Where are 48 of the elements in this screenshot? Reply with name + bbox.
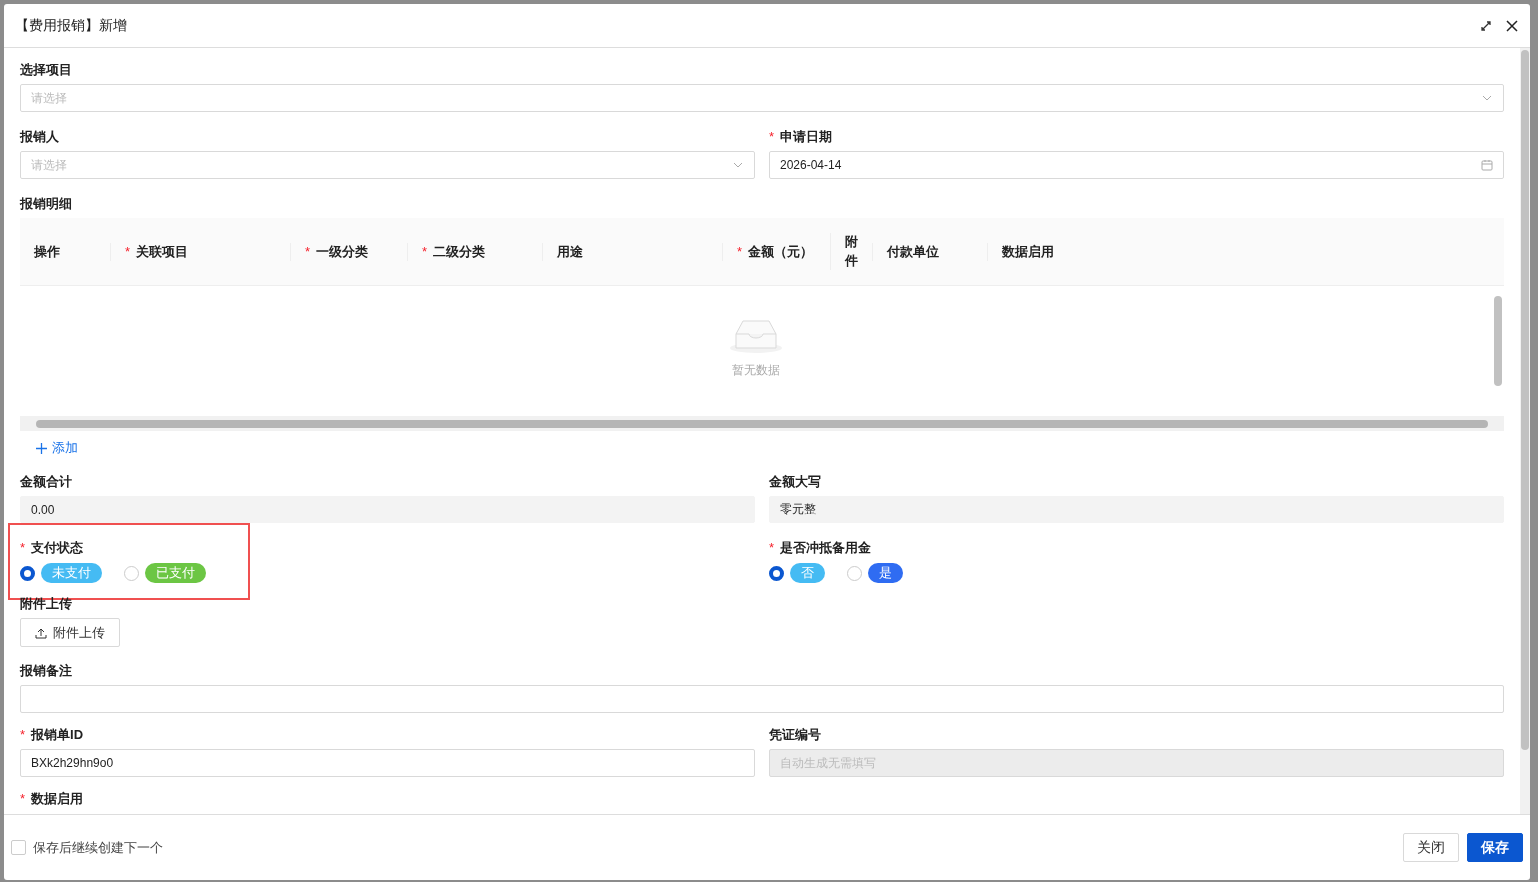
readonly-field: 零元整 [769, 496, 1504, 523]
dialog-title: 【费用报销】新增 [15, 16, 128, 35]
field-label: 凭证编号 [769, 726, 822, 744]
field-label: 附件上传 [20, 595, 73, 613]
field-label: 选择项目 [20, 61, 73, 79]
scrollbar[interactable] [20, 416, 1504, 431]
upload-icon [35, 626, 47, 639]
field-label: 报销人 [20, 128, 60, 146]
radio-button[interactable] [20, 565, 35, 581]
field-label: * 是否冲抵备用金 [769, 539, 873, 557]
field-label: * 申请日期 [769, 128, 834, 146]
status-tag: 否 [790, 563, 825, 583]
column-header: 数据启用 [987, 242, 1102, 261]
column-header: 用途 [542, 242, 722, 261]
status-tag: 已支付 [145, 563, 206, 583]
close-icon[interactable] [1506, 19, 1518, 32]
calendar-icon [1481, 159, 1493, 171]
status-tag: 未支付 [41, 563, 102, 583]
field-label: * 数据启用 [20, 790, 85, 808]
column-header: * 二级分类 [407, 242, 542, 261]
column-header: 付款单位 [872, 242, 987, 261]
close-button[interactable]: 关闭 [1403, 833, 1459, 862]
save-button[interactable]: 保存 [1467, 833, 1523, 862]
field-label: 金额合计 [20, 473, 73, 491]
column-header: 操作 [33, 242, 61, 261]
empty-text: 暂无数据 [732, 361, 780, 379]
readonly-field: 0.00 [20, 496, 755, 523]
checkbox-label: 保存后继续创建下一个 [33, 838, 163, 857]
field-label: 报销明细 [20, 195, 73, 213]
field-label: 金额大写 [769, 473, 822, 491]
field-label: * 支付状态 [20, 539, 85, 557]
status-tag: 是 [868, 563, 903, 583]
upload-button[interactable]: 附件上传 [20, 618, 120, 647]
radio-button[interactable] [769, 565, 784, 581]
column-header: * 关联项目 [110, 242, 290, 261]
column-header: * 一级分类 [290, 242, 407, 261]
field-label: * 报销单ID [20, 726, 85, 744]
remark-field[interactable] [20, 685, 1504, 713]
plus-icon [36, 442, 47, 454]
text-field[interactable]: BXk2h29hn9o0 [20, 749, 755, 777]
date-field[interactable]: 2026-04-14 [769, 151, 1504, 179]
scrollbar[interactable] [1520, 48, 1530, 814]
add-link[interactable]: 添加 [36, 438, 78, 458]
field-label: 报销备注 [20, 662, 73, 680]
column-header: * 金额（元） [722, 242, 830, 261]
checkbox[interactable] [11, 840, 26, 855]
maximize-icon[interactable] [1480, 19, 1492, 32]
column-header: 附件 [830, 233, 872, 270]
